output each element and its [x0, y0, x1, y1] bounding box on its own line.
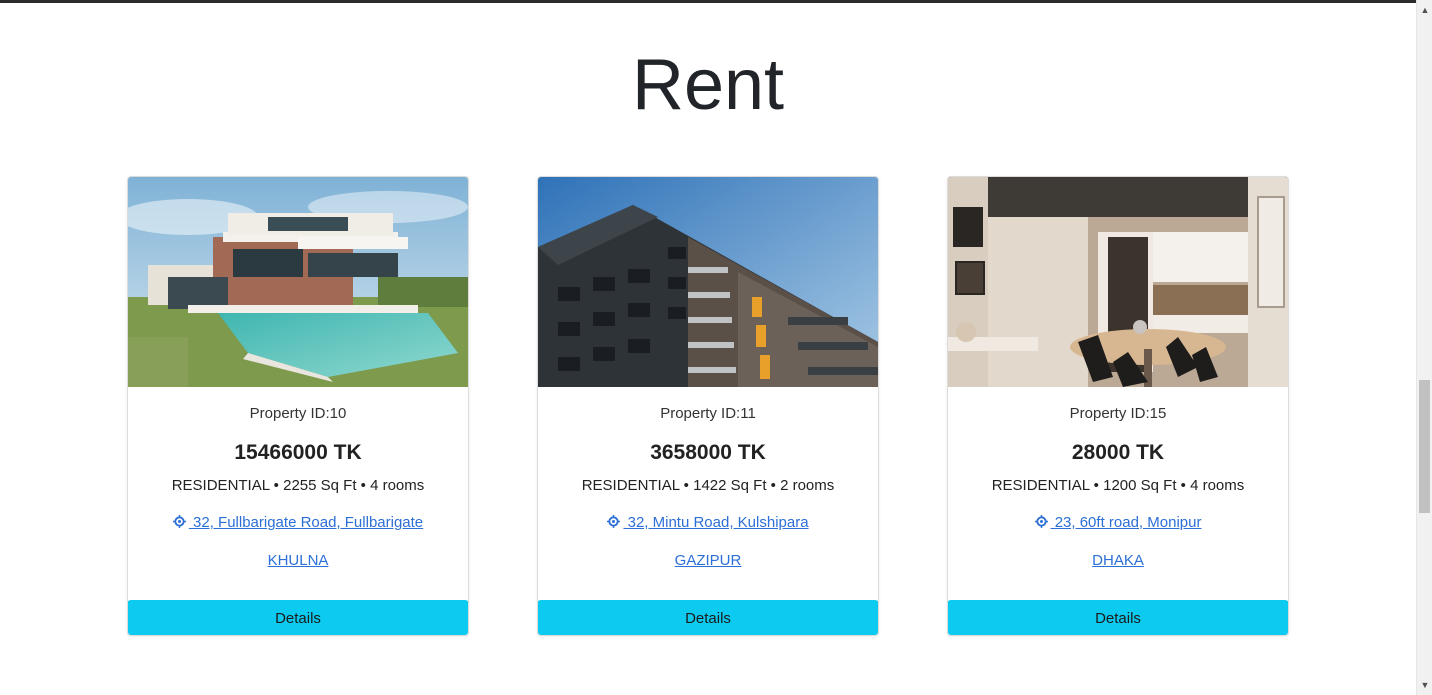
section-title: Rent [631, 45, 785, 125]
details-button[interactable]: Details [538, 600, 878, 635]
address-text: 32, Mintu Road, Kulshipara [623, 514, 809, 531]
address-text: 32, Fullbarigate Road, Fullbarigate [188, 514, 424, 531]
address-text: 23, 60ft road, Monipur [1050, 514, 1202, 531]
property-image [948, 177, 1288, 387]
details-button[interactable]: Details [128, 600, 468, 635]
property-meta: RESIDENTIAL • 1422 Sq Ft • 2 rooms [581, 477, 835, 494]
property-meta: RESIDENTIAL • 1200 Sq Ft • 4 rooms [991, 477, 1245, 494]
scrollbar-thumb[interactable] [1419, 380, 1430, 513]
property-image [538, 177, 878, 387]
property-image [128, 177, 468, 387]
property-id: Property ID:10 [249, 405, 347, 422]
top-border [0, 0, 1416, 3]
address-link[interactable]: 23, 60ft road, Monipur [948, 514, 1288, 531]
property-price: 3658000 TK [650, 441, 766, 464]
property-price: 28000 TK [1071, 441, 1165, 464]
property-price: 15466000 TK [234, 441, 362, 464]
scroll-down-arrow-icon[interactable]: ▼ [1417, 677, 1432, 693]
property-id: Property ID:15 [1069, 405, 1167, 422]
scroll-up-arrow-icon[interactable]: ▲ [1417, 2, 1432, 18]
property-card: Property ID:15 28000 TK RESIDENTIAL • 12… [947, 176, 1289, 636]
address-link[interactable]: 32, Mintu Road, Kulshipara [538, 514, 878, 531]
location-crosshair-icon [172, 515, 186, 528]
vertical-scrollbar[interactable]: ▲ ▼ [1416, 0, 1432, 695]
city-link[interactable]: GAZIPUR [538, 552, 878, 569]
location-crosshair-icon [607, 515, 621, 528]
address-link[interactable]: 32, Fullbarigate Road, Fullbarigate [128, 514, 468, 531]
city-link[interactable]: DHAKA [948, 552, 1288, 569]
property-meta: RESIDENTIAL • 2255 Sq Ft • 4 rooms [171, 477, 425, 494]
location-crosshair-icon [1034, 515, 1048, 528]
city-link[interactable]: KHULNA [128, 552, 468, 569]
property-id: Property ID:11 [660, 405, 756, 422]
property-card: Property ID:11 3658000 TK RESIDENTIAL • … [537, 176, 879, 636]
details-button[interactable]: Details [948, 600, 1288, 635]
property-card: Property ID:10 15466000 TK RESIDENTIAL •… [127, 176, 469, 636]
